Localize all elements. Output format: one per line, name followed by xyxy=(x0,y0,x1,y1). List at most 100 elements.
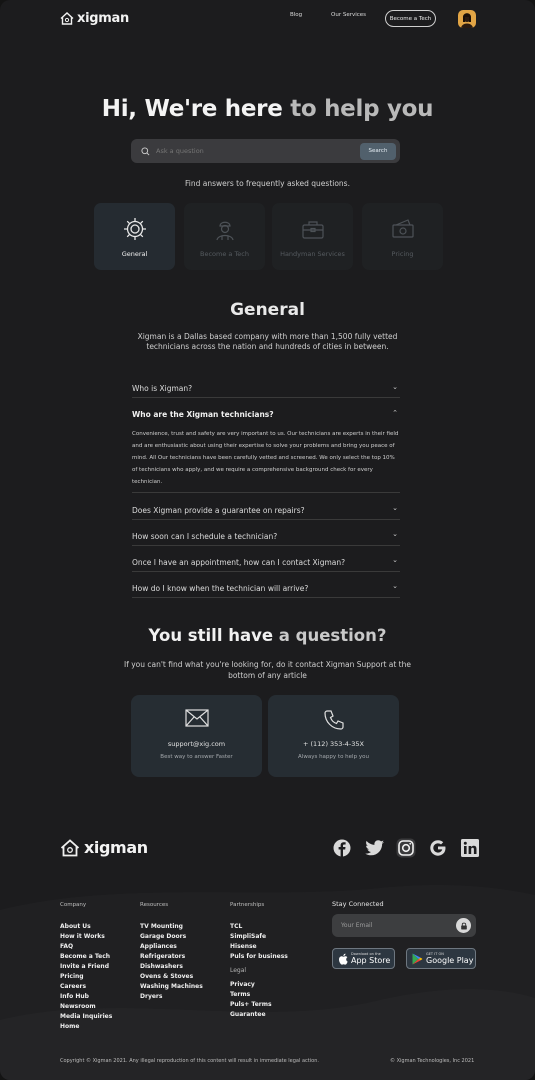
chevron-down-icon: ⌄ xyxy=(392,582,398,590)
google-link[interactable] xyxy=(428,838,448,858)
still-title-main: You still have xyxy=(148,626,274,645)
footer-link[interactable]: Privacy xyxy=(230,980,288,990)
category-label: Become a Tech xyxy=(199,250,249,258)
faq-question: Who is Xigman? xyxy=(132,384,193,393)
contact-email: support@xig.com xyxy=(167,740,226,748)
google-play-large: Google Play xyxy=(426,956,474,965)
google-play-icon xyxy=(412,953,423,964)
instagram-link[interactable] xyxy=(396,838,416,858)
footer-link[interactable]: Home xyxy=(60,1022,112,1032)
contact-card-email[interactable]: support@xig.com Best way to answer Faste… xyxy=(131,695,262,777)
toolbox-icon xyxy=(301,221,324,239)
logo[interactable]: xigman xyxy=(60,11,129,26)
become-tech-button[interactable]: Become a Tech xyxy=(385,10,436,27)
footer-link[interactable]: Ovens & Stoves xyxy=(140,972,203,982)
hero-subtitle: Find answers to frequently asked questio… xyxy=(185,179,350,188)
faq-question: How soon can I schedule a technician? xyxy=(132,532,278,541)
footer-link[interactable]: Washing Machines xyxy=(140,982,203,992)
faq-question: Once I have an appointment, how can I co… xyxy=(132,558,346,567)
logo-text: xigman xyxy=(77,11,129,26)
footer-link[interactable]: Appliances xyxy=(140,942,203,952)
contact-card-phone[interactable]: + (112) 353-4-35X Always happy to help y… xyxy=(268,695,399,777)
subscribe-button[interactable] xyxy=(456,918,471,933)
footer-link[interactable]: Hisense xyxy=(230,942,288,952)
footer-link[interactable]: TCL xyxy=(230,922,288,932)
footer-link[interactable]: FAQ xyxy=(60,942,112,952)
email-placeholder: Your Email xyxy=(341,922,373,929)
faq-item[interactable]: Who is Xigman? ⌄ xyxy=(132,380,400,398)
footer-link[interactable]: Invite a Friend xyxy=(60,962,112,972)
chevron-down-icon: ⌄ xyxy=(392,504,398,512)
footer-link[interactable]: Become a Tech xyxy=(60,952,112,962)
facebook-icon xyxy=(333,839,351,857)
category-become-tech[interactable]: Become a Tech xyxy=(184,203,265,270)
footer-link[interactable]: Garage Doors xyxy=(140,932,203,942)
footer-link[interactable]: TV Mounting xyxy=(140,922,203,932)
chevron-up-icon: ⌃ xyxy=(392,409,398,417)
footer-link[interactable]: Info Hub xyxy=(60,992,112,1002)
faq-item[interactable]: Does Xigman provide a guarantee on repai… xyxy=(132,501,400,520)
nav-services-link[interactable]: Our Services xyxy=(331,12,366,18)
footer-link[interactable]: SimpliSafe xyxy=(230,932,288,942)
linkedin-link[interactable] xyxy=(460,838,480,858)
avatar[interactable] xyxy=(458,10,476,28)
gear-icon xyxy=(123,218,146,240)
email-subscribe-field[interactable]: Your Email xyxy=(332,914,476,937)
faq-question: How do I know when the technician will a… xyxy=(132,584,309,593)
faq-item[interactable]: Once I have an appointment, how can I co… xyxy=(132,553,400,572)
app-store-large: App Store xyxy=(351,956,391,965)
chevron-down-icon: ⌄ xyxy=(392,556,398,564)
search-button[interactable]: Search xyxy=(360,142,396,160)
chevron-down-icon: ⌄ xyxy=(392,383,398,391)
google-play-badge[interactable]: GET IT ON Google Play xyxy=(406,948,476,969)
category-handyman[interactable]: Handyman Services xyxy=(272,203,353,270)
nav-blog[interactable]: Blog xyxy=(290,12,302,18)
category-pricing[interactable]: Pricing xyxy=(362,203,443,270)
still-title-muted: a question? xyxy=(273,626,387,645)
stay-connected-title: Stay Connected xyxy=(332,900,384,908)
lock-icon xyxy=(460,922,467,929)
footer-link[interactable]: Newsroom xyxy=(60,1002,112,1012)
footer-link[interactable]: About Us xyxy=(60,922,112,932)
hero-title: Hi, We're here to help you xyxy=(0,96,535,122)
footer-link[interactable]: Dryers xyxy=(140,992,203,1002)
section-title: General xyxy=(230,300,305,320)
app-store-badge[interactable]: Download on the App Store xyxy=(332,948,395,969)
footer-link[interactable]: Puls for business xyxy=(230,952,288,962)
faq-item[interactable]: How soon can I schedule a technician? ⌄ xyxy=(132,527,400,546)
social-links xyxy=(332,838,480,858)
faq-answer: Convenience, trust and safety are very i… xyxy=(132,431,399,485)
footer-link[interactable]: Media Inquiries xyxy=(60,1012,112,1022)
instagram-icon xyxy=(396,838,416,858)
house-logo-icon xyxy=(60,838,80,856)
footer-link[interactable]: Pricing xyxy=(60,972,112,982)
faq-item[interactable]: How do I know when the technician will a… xyxy=(132,579,400,598)
still-question-description: If you can't find what you're looking fo… xyxy=(124,660,411,680)
twitter-link[interactable] xyxy=(364,838,384,858)
twitter-icon xyxy=(364,840,384,856)
nav-blog-link[interactable]: Blog xyxy=(290,12,302,18)
facebook-link[interactable] xyxy=(332,838,352,858)
search-input[interactable] xyxy=(156,147,360,155)
linkedin-icon xyxy=(461,839,479,857)
footer-link[interactable]: Guarantee xyxy=(230,1010,288,1020)
footer-link[interactable]: Careers xyxy=(60,982,112,992)
partnerships-links: TCL SimpliSafe Hisense Puls for business… xyxy=(230,922,288,1020)
section-description: Xigman is a Dallas based company with mo… xyxy=(137,332,398,351)
footer-link[interactable]: How it Works xyxy=(60,932,112,942)
footer-link[interactable]: Refrigerators xyxy=(140,952,203,962)
contact-email-subtitle: Best way to answer Faster xyxy=(160,754,233,760)
footer-link[interactable]: Puls+ Terms xyxy=(230,1000,288,1010)
footer-link[interactable]: Dishwashers xyxy=(140,962,203,972)
footer-logo[interactable]: xigman xyxy=(60,838,148,857)
category-general[interactable]: General xyxy=(94,203,175,270)
category-label: Handyman Services xyxy=(280,250,345,258)
company-name: © Xigman Technologies, Inc 2021 xyxy=(390,1058,475,1064)
contact-phone: + (112) 353-4-35X xyxy=(302,740,364,748)
nav-services[interactable]: Our Services xyxy=(331,12,366,18)
phone-icon xyxy=(323,710,344,730)
footer-link[interactable]: Terms xyxy=(230,990,288,1000)
category-label: Pricing xyxy=(391,250,414,258)
chevron-down-icon: ⌄ xyxy=(392,530,398,538)
faq-question: Does Xigman provide a guarantee on repai… xyxy=(132,506,305,515)
